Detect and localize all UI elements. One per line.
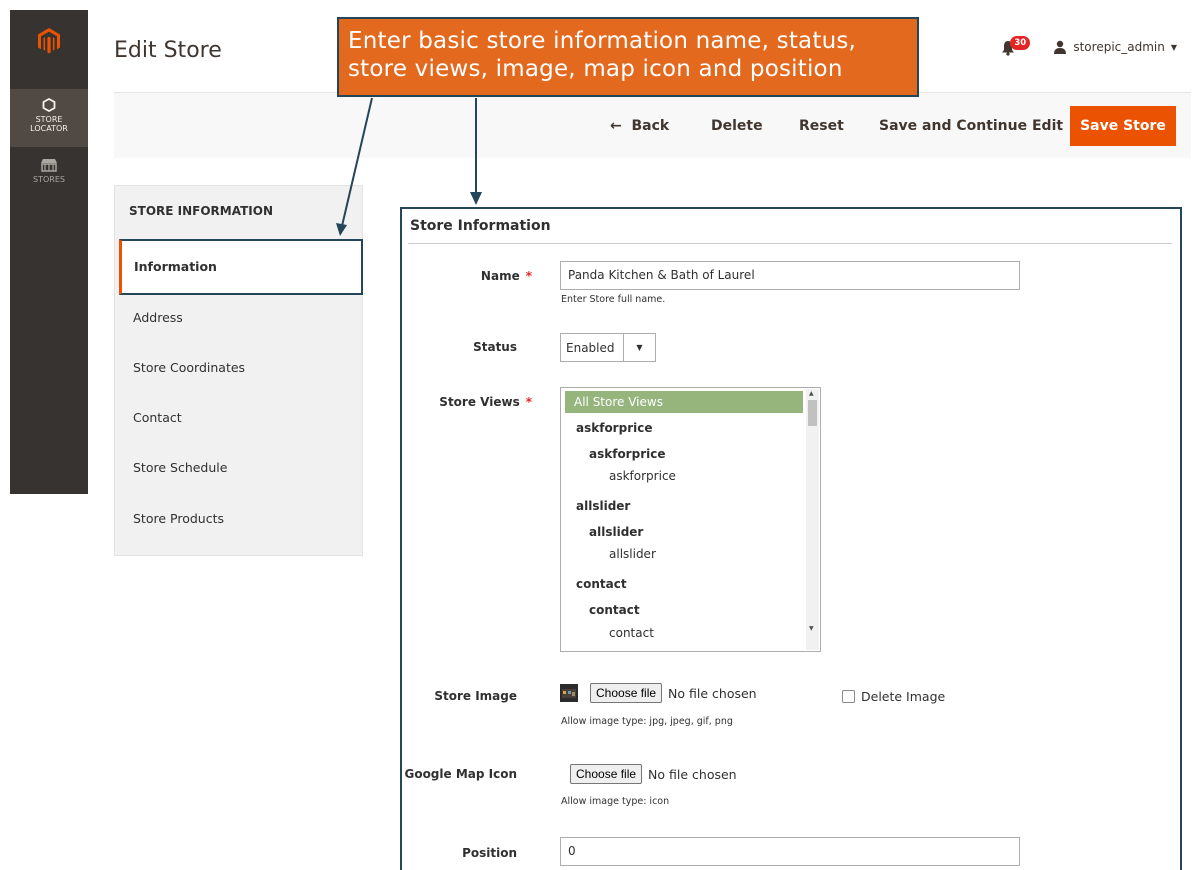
- name-input[interactable]: Panda Kitchen & Bath of Laurel: [560, 261, 1020, 290]
- choose-file-button[interactable]: Choose file: [570, 764, 643, 784]
- user-icon: [1054, 40, 1067, 54]
- store-image-label: Store Image: [434, 689, 517, 703]
- back-label: Back: [631, 118, 670, 134]
- store-view-option[interactable]: askforprice: [565, 443, 803, 465]
- name-note: Enter Store full name.: [561, 294, 666, 305]
- tutorial-callout: Enter basic store information name, stat…: [337, 17, 919, 97]
- chevron-up-icon[interactable]: ▲: [809, 390, 814, 397]
- store-view-option[interactable]: All Store Views: [565, 391, 803, 413]
- notification-count-badge: 30: [1010, 36, 1031, 50]
- map-icon-upload: Choose file No file chosen: [570, 764, 737, 784]
- store-view-option[interactable]: contact: [565, 622, 803, 644]
- chevron-down-icon: ▼: [623, 334, 655, 361]
- no-file-chosen-text: No file chosen: [648, 766, 737, 782]
- chevron-down-icon[interactable]: ▼: [809, 625, 814, 632]
- sidebar-item-label: LOCATOR: [30, 124, 68, 133]
- name-label-text: Name: [480, 269, 520, 283]
- status-label: Status: [473, 340, 517, 354]
- store-image-note: Allow image type: jpg, jpeg, gif, png: [561, 716, 733, 727]
- store-thumbnail-image: [560, 684, 578, 702]
- no-file-chosen-text: No file chosen: [668, 685, 757, 701]
- position-input[interactable]: 0: [560, 837, 1020, 866]
- tab-contact[interactable]: Contact: [115, 393, 362, 443]
- tab-store-coordinates[interactable]: Store Coordinates: [115, 343, 362, 393]
- delete-button[interactable]: Delete: [711, 118, 763, 134]
- store-information-tabs: STORE INFORMATION Information Address St…: [114, 185, 363, 556]
- store-view-option[interactable]: contact: [565, 573, 803, 595]
- required-icon: *: [525, 269, 532, 283]
- user-menu[interactable]: storepic_admin ▼: [1053, 40, 1177, 54]
- hexagon-icon: [42, 98, 56, 112]
- sidebar-item-stores[interactable]: STORES: [10, 151, 88, 195]
- required-icon: *: [525, 395, 532, 409]
- delete-image-option[interactable]: Delete Image: [842, 689, 945, 704]
- store-view-option[interactable]: allslider: [565, 543, 803, 565]
- tab-store-products[interactable]: Store Products: [115, 494, 362, 544]
- status-value: Enabled: [566, 341, 615, 355]
- page-title: Edit Store: [114, 38, 222, 63]
- tab-information[interactable]: Information: [119, 239, 363, 295]
- magento-logo-icon[interactable]: [38, 28, 60, 54]
- google-map-icon-label: Google Map Icon: [404, 767, 517, 781]
- store-view-option[interactable]: allslider: [565, 521, 803, 543]
- sidebar-item-label: STORES: [33, 175, 65, 184]
- store-view-option[interactable]: askforprice: [565, 417, 803, 439]
- sidebar-item-label: STORE: [35, 115, 63, 124]
- delete-image-label: Delete Image: [861, 689, 946, 704]
- section-title: Store Information: [410, 218, 551, 234]
- save-and-continue-button[interactable]: Save and Continue Edit: [879, 118, 1063, 134]
- position-label: Position: [462, 846, 517, 860]
- store-icon: [41, 159, 57, 172]
- tabs-title: STORE INFORMATION: [129, 204, 273, 218]
- store-information-form: Store Information Name * Panda Kitchen & …: [400, 207, 1182, 870]
- admin-sidebar: STORE LOCATOR STORES: [10, 10, 88, 494]
- store-views-label-text: Store Views: [439, 395, 520, 409]
- header-actions: 30 storepic_admin ▼: [1001, 36, 1177, 56]
- store-view-option[interactable]: askforprice: [565, 465, 803, 487]
- page-actions-bar: ← Back Delete Reset Save and Continue Ed…: [114, 92, 1191, 158]
- callout-line: Enter basic store information name, stat…: [348, 28, 857, 54]
- delete-image-checkbox[interactable]: [842, 690, 855, 703]
- section-divider: [408, 243, 1172, 244]
- tab-address[interactable]: Address: [115, 293, 362, 343]
- reset-button[interactable]: Reset: [799, 118, 844, 134]
- back-button[interactable]: ← Back: [610, 118, 669, 134]
- callout-line: store views, image, map icon and positio…: [348, 56, 843, 82]
- name-label: Name *: [481, 269, 532, 283]
- status-select[interactable]: Enabled ▼: [560, 333, 656, 362]
- arrow-left-icon: ←: [610, 118, 622, 134]
- scrollbar-thumb[interactable]: [808, 400, 817, 426]
- notifications-button[interactable]: 30: [1001, 36, 1031, 56]
- save-store-button[interactable]: Save Store: [1070, 106, 1176, 146]
- store-view-option[interactable]: allslider: [565, 495, 803, 517]
- scrollbar[interactable]: ▲ ▼: [806, 389, 819, 650]
- map-icon-note: Allow image type: icon: [561, 796, 670, 807]
- tab-store-schedule[interactable]: Store Schedule: [115, 443, 362, 493]
- sidebar-item-store-locator[interactable]: STORE LOCATOR: [10, 89, 88, 147]
- store-view-option[interactable]: contact: [565, 599, 803, 621]
- username: storepic_admin: [1073, 40, 1165, 54]
- store-views-label: Store Views *: [439, 395, 532, 409]
- choose-file-button[interactable]: Choose file: [590, 683, 663, 703]
- store-image-upload: Choose file No file chosen: [560, 683, 757, 703]
- chevron-down-icon: ▼: [1170, 42, 1177, 52]
- store-views-multiselect[interactable]: All Store Views askforprice askforprice …: [560, 387, 821, 652]
